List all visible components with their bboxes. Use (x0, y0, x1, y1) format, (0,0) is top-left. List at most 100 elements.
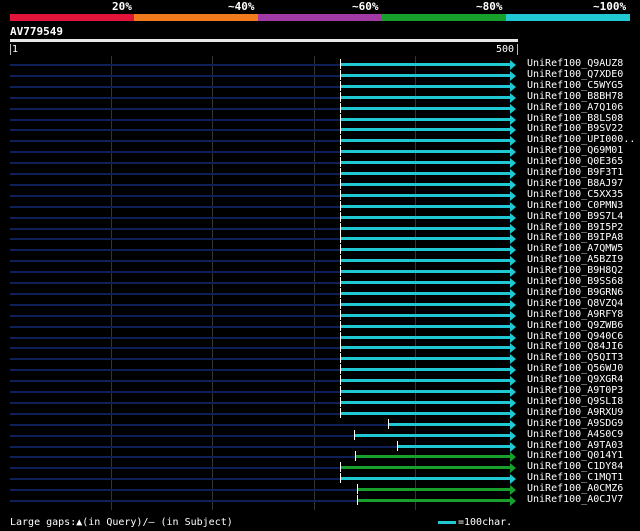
hit-start-tick (355, 451, 356, 461)
hit-label[interactable]: UniRef100_Q9SLI8 (527, 397, 623, 407)
hit-label[interactable]: UniRef100_Q9XGR4 (527, 375, 623, 385)
hit-alignment-bar[interactable] (340, 368, 510, 371)
hit-label[interactable]: UniRef100_A5BZI9 (527, 255, 623, 265)
hit-label[interactable]: UniRef100_Q5QIT3 (527, 353, 623, 363)
hit-alignment-bar[interactable] (354, 434, 510, 437)
hit-alignment-bar[interactable] (340, 325, 510, 328)
hit-alignment-bar[interactable] (340, 270, 510, 273)
hit-alignment-bar[interactable] (340, 259, 510, 262)
hit-alignment-bar[interactable] (340, 183, 510, 186)
hit-alignment-bar[interactable] (340, 205, 510, 208)
hit-label[interactable]: UniRef100_C5XX35 (527, 190, 623, 200)
hit-label[interactable]: UniRef100_Q9ZWB6 (527, 321, 623, 331)
hit-arrow-icon (510, 333, 516, 343)
hit-alignment-bar[interactable] (340, 128, 510, 131)
hit-label[interactable]: UniRef100_B9IPA8 (527, 233, 623, 243)
hit-arrow-icon (510, 387, 516, 397)
hit-label[interactable]: UniRef100_A9SDG9 (527, 419, 623, 429)
hit-alignment-bar[interactable] (397, 445, 510, 448)
hit-label[interactable]: UniRef100_A9RFY8 (527, 310, 623, 320)
hit-arrow-icon (510, 431, 516, 441)
hit-alignment-bar[interactable] (388, 423, 510, 426)
hit-arrow-icon (510, 234, 516, 244)
hit-label[interactable]: UniRef100_B8BH78 (527, 92, 623, 102)
hit-alignment-bar[interactable] (340, 161, 510, 164)
hit-label[interactable]: UniRef100_A0CJV7 (527, 495, 623, 505)
hit-arrow-icon (510, 82, 516, 92)
hit-alignment-bar[interactable] (340, 248, 510, 251)
hit-label[interactable]: UniRef100_Q84JI6 (527, 342, 623, 352)
hit-label[interactable]: UniRef100_A0CMZ6 (527, 484, 623, 494)
hit-alignment-bar[interactable] (357, 499, 510, 502)
hit-label[interactable]: UniRef100_B9SS68 (527, 277, 623, 287)
hit-label[interactable]: UniRef100_Q0E365 (527, 157, 623, 167)
hit-label[interactable]: UniRef100_C1MQT1 (527, 473, 623, 483)
hit-alignment-bar[interactable] (340, 303, 510, 306)
hit-arrow-icon (510, 136, 516, 146)
hit-alignment-bar[interactable] (340, 85, 510, 88)
hit-arrow-icon (510, 300, 516, 310)
hit-label[interactable]: UniRef100_A7QMW5 (527, 244, 623, 254)
hit-label[interactable]: UniRef100_C1DY84 (527, 462, 623, 472)
hit-alignment-bar[interactable] (340, 139, 510, 142)
hit-start-tick (340, 473, 341, 483)
hit-alignment-bar[interactable] (340, 346, 510, 349)
hit-label[interactable]: UniRef100_A9T0P3 (527, 386, 623, 396)
hit-alignment-bar[interactable] (340, 74, 510, 77)
hit-alignment-bar[interactable] (340, 96, 510, 99)
hit-alignment-bar[interactable] (340, 281, 510, 284)
hit-label[interactable]: UniRef100_Q014Y1 (527, 451, 623, 461)
hit-start-tick (340, 353, 341, 363)
hit-start-tick (340, 299, 341, 309)
hit-alignment-bar[interactable] (340, 412, 510, 415)
hit-alignment-bar[interactable] (340, 172, 510, 175)
hit-label[interactable]: UniRef100_A7Q106 (527, 103, 623, 113)
hit-alignment-bar[interactable] (340, 357, 510, 360)
hit-start-tick (340, 288, 341, 298)
hit-alignment-bar[interactable] (340, 237, 510, 240)
hit-alignment-bar[interactable] (340, 227, 510, 230)
hit-label[interactable]: UniRef100_C0PMN3 (527, 201, 623, 211)
hit-alignment-bar[interactable] (340, 466, 510, 469)
hit-label[interactable]: UniRef100_B9GRN6 (527, 288, 623, 298)
hit-label[interactable]: UniRef100_A9RXU9 (527, 408, 623, 418)
hit-label[interactable]: UniRef100_B8AJ97 (527, 179, 623, 189)
hit-arrow-icon (510, 213, 516, 223)
hit-label[interactable]: UniRef100_C5WYG5 (527, 81, 623, 91)
hit-arrow-icon (510, 169, 516, 179)
hit-arrow-icon (510, 376, 516, 386)
hit-alignment-bar[interactable] (340, 107, 510, 110)
hit-arrow-icon (510, 322, 516, 332)
hit-label[interactable]: UniRef100_Q7XDE0 (527, 70, 623, 80)
hit-label[interactable]: UniRef100_B9SV22 (527, 124, 623, 134)
hit-label[interactable]: UniRef100_Q56WJ0 (527, 364, 623, 374)
hit-alignment-bar[interactable] (340, 401, 510, 404)
hit-alignment-bar[interactable] (340, 390, 510, 393)
hit-alignment-bar[interactable] (340, 216, 510, 219)
hit-alignment-bar[interactable] (340, 150, 510, 153)
hit-alignment-bar[interactable] (340, 118, 510, 121)
hit-label[interactable]: UniRef100_UPI000.. (527, 135, 635, 145)
hit-alignment-bar[interactable] (340, 336, 510, 339)
hit-label[interactable]: UniRef100_Q9AUZ8 (527, 59, 623, 69)
hit-label[interactable]: UniRef100_Q69M01 (527, 146, 623, 156)
hit-label[interactable]: UniRef100_Q8VZQ4 (527, 299, 623, 309)
hit-start-tick (340, 124, 341, 134)
hit-alignment-bar[interactable] (340, 194, 510, 197)
hit-start-tick (340, 70, 341, 80)
hit-arrow-icon (510, 245, 516, 255)
hit-start-tick (340, 212, 341, 222)
hit-alignment-bar[interactable] (355, 455, 510, 458)
hit-label[interactable]: UniRef100_B9S7L4 (527, 212, 623, 222)
hit-start-tick (340, 277, 341, 287)
hit-list: UniRef100_Q9AUZ8 UniRef100_Q7XDE0 UniRef10… (0, 0, 640, 531)
hit-alignment-bar[interactable] (340, 379, 510, 382)
hit-alignment-bar[interactable] (340, 477, 510, 480)
hit-alignment-bar[interactable] (340, 63, 510, 66)
hit-alignment-bar[interactable] (340, 314, 510, 317)
hit-alignment-bar[interactable] (357, 488, 510, 491)
hit-label[interactable]: UniRef100_A4S0C9 (527, 430, 623, 440)
hit-label[interactable]: UniRef100_B9F3T1 (527, 168, 623, 178)
hit-alignment-bar[interactable] (340, 292, 510, 295)
hit-label[interactable]: UniRef100_B9H8Q2 (527, 266, 623, 276)
